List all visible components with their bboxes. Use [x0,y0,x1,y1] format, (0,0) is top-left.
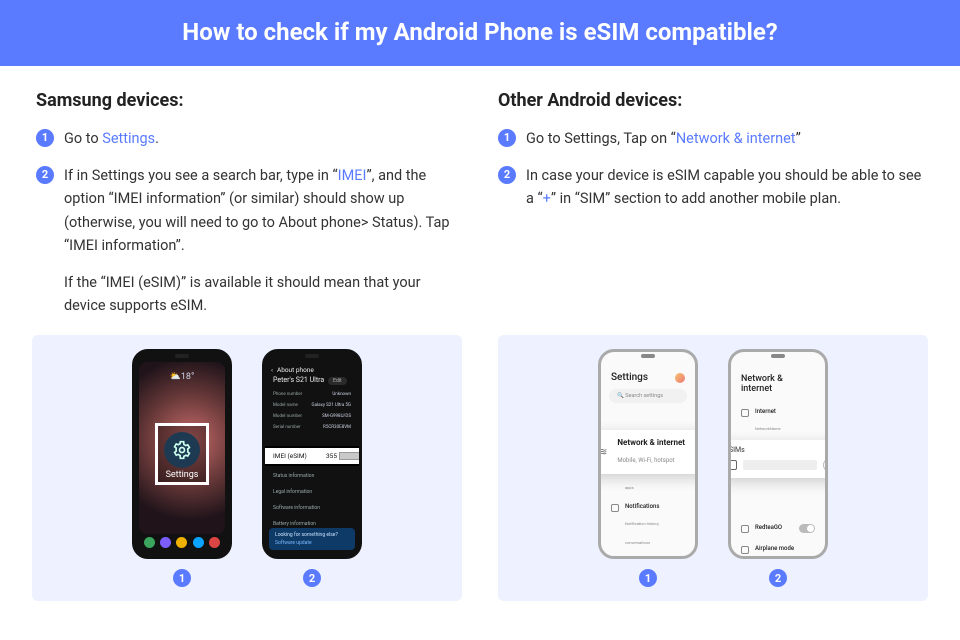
sim-icon [729,460,737,470]
text: . [155,130,159,147]
redacted-block [743,460,817,470]
keyword-network-internet: Network & internet [676,130,796,147]
imei-prefix: 355 [326,452,337,460]
other-step-2: 2 In case your device is eSIM capable yo… [498,164,924,210]
screenshot-other-2: Network & internet InternetNetworkNameCa… [728,349,828,587]
step-bullet: 1 [498,129,516,147]
list-item: RedteaGO [731,518,825,539]
page-title: How to check if my Android Phone is eSIM… [0,18,960,46]
gear-icon [164,432,200,468]
item-icon [741,409,749,417]
plus-icon: + [823,458,828,472]
text: Go to [64,130,102,147]
samsung-heading: Samsung devices: [36,90,462,111]
avatar-icon [675,373,685,383]
samsung-step-2: 2 If in Settings you see a search bar, t… [36,164,462,317]
screenshots-row: ⛅18° Settings 1 ‹ About phone Peter's S2… [0,335,960,601]
screenshot-number: 2 [769,569,787,587]
step-bullet: 2 [36,166,54,184]
list-item: Airplane mode [731,539,825,559]
hero-banner: How to check if my Android Phone is eSIM… [0,0,960,66]
wifi-icon: ≋ [599,447,607,458]
list-item: NotificationsNotification history, conve… [601,498,695,553]
phone-mock: ‹ About phone Peter's S21 UltraEdit Phon… [262,349,362,559]
step-text: Go to Settings, Tap on “Network & intern… [526,127,924,150]
keyword-plus: + [543,190,551,207]
search-bar: 🔍 Search settings [609,389,687,403]
other-step-1: 1 Go to Settings, Tap on “Network & inte… [498,127,924,150]
popup-title: SIMs [729,446,828,454]
other-steps: 1 Go to Settings, Tap on “Network & inte… [498,127,924,211]
phone-mock: Settings 🔍 Search settings AppsAssistant… [598,349,698,559]
screenshot-other-1: Settings 🔍 Search settings AppsAssistant… [598,349,698,587]
samsung-screenshots: ⛅18° Settings 1 ‹ About phone Peter's S2… [32,335,462,601]
screenshot-samsung-1: ⛅18° Settings 1 [132,349,232,587]
screenshot-number: 1 [639,569,657,587]
step-text: Go to Settings. [64,127,462,150]
imei-label: IMEI (eSIM) [273,452,307,460]
screenshot-samsung-2: ‹ About phone Peter's S21 UltraEdit Phon… [262,349,362,587]
settings-title: Settings [601,362,695,389]
popup-sub: Mobile, Wi-Fi, hotspot [617,457,674,464]
screenshot-number: 2 [303,569,321,587]
info-row: Phone numberUnknown [271,389,353,400]
search-footer: Looking for something else? Software upd… [269,528,355,550]
phone-mock: Network & internet InternetNetworkNameCa… [728,349,828,559]
info-row: Model nameGalaxy S21 Ultra 5G [271,400,353,411]
text: If the “IMEI (eSIM)” is available it sho… [64,271,462,317]
info-row: Serial numberR5CR30E8VM [271,422,353,433]
settings-highlight: Settings [155,423,209,485]
list-item: InternetNetworkName [731,402,825,440]
item-icon [741,546,749,554]
other-column: Other Android devices: 1 Go to Settings,… [498,90,924,331]
footer-link: Software update [275,540,349,546]
other-heading: Other Android devices: [498,90,924,111]
list-item: Software information [271,500,353,516]
sims-popup: SIMs RedteaGO + [728,440,828,478]
info-list: Status informationLegal informationSoftw… [271,468,353,532]
step-bullet: 1 [36,129,54,147]
item-title: RedteaGO [755,524,782,531]
dock-icons [141,534,223,550]
settings-label: Settings [164,470,200,480]
text: ” [796,130,801,147]
samsung-step-1: 1 Go to Settings. [36,127,462,150]
samsung-steps: 1 Go to Settings. 2 If in Settings you s… [36,127,462,317]
list-item: Status information [271,468,353,484]
keyword-settings: Settings [102,130,155,147]
screenshot-number: 1 [173,569,191,587]
list-item: Battery100% · Full [601,553,695,559]
about-phone-header: ‹ About phone [265,362,359,376]
text: ” in “SIM” section to add another mobile… [551,190,841,207]
step-text: If in Settings you see a search bar, typ… [64,164,462,317]
phone-mock: ⛅18° Settings [132,349,232,559]
item-icon [611,504,619,512]
text: Go to Settings, Tap on “ [526,130,676,147]
samsung-column: Samsung devices: 1 Go to Settings. 2 If … [36,90,462,331]
imei-esim-highlight: IMEI (eSIM) 355 [262,448,362,464]
redacted-block [339,452,361,460]
text: If in Settings you see a search bar, typ… [64,167,338,184]
network-title: Network & internet [731,362,825,402]
info-rows: Phone numberUnknownModel nameGalaxy S21 … [265,389,359,433]
network-internet-popup: ≋ Network & internet Mobile, Wi-Fi, hotsp… [598,430,698,474]
columns: Samsung devices: 1 Go to Settings. 2 If … [0,66,960,331]
step-text: In case your device is eSIM capable you … [526,164,924,210]
toggle-icon [799,524,815,533]
popup-title: Network & internet [617,438,685,447]
info-row: Model numberSM-G998U/DS [271,411,353,422]
edit-button: Edit [328,377,346,385]
weather-widget: ⛅18° [170,372,195,382]
other-screenshots: Settings 🔍 Search settings AppsAssistant… [498,335,928,601]
network-list-bottom: Airplane modeHotspot & tetheringoffData … [731,539,825,559]
device-name: Peter's S21 UltraEdit [265,376,359,389]
list-item: Legal information [271,484,353,500]
footer-question: Looking for something else? [275,532,349,538]
keyword-imei: IMEI [338,167,367,184]
step-bullet: 2 [498,166,516,184]
